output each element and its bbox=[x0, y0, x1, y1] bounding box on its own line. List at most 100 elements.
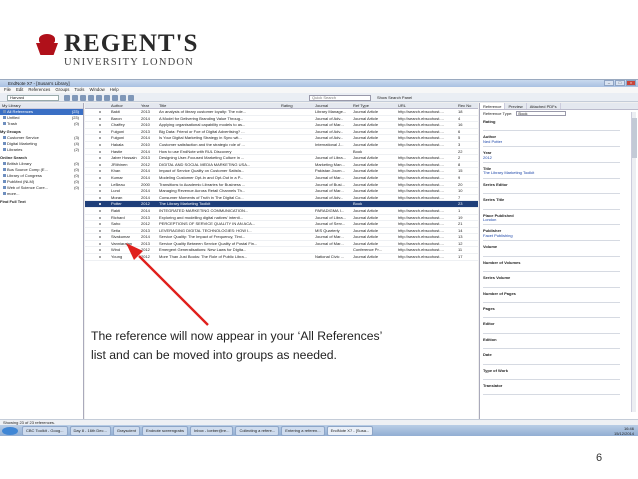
table-row[interactable]: Fulgoni 2013 Big Data: Friend or Foe of Di… bbox=[85, 129, 478, 136]
style-dropdown[interactable]: Harvard bbox=[7, 94, 59, 101]
field-value[interactable]: The Library Marketing Toolkit bbox=[483, 171, 620, 176]
help-icon[interactable] bbox=[128, 94, 134, 101]
reference-field[interactable]: Rating bbox=[480, 119, 620, 132]
field-value[interactable]: Ned Potter bbox=[483, 139, 620, 144]
tab-preview[interactable]: Preview bbox=[505, 103, 527, 109]
field-value[interactable] bbox=[483, 203, 620, 207]
open-link-icon[interactable] bbox=[104, 94, 110, 101]
reference-field[interactable]: Publisher Facet Publishing bbox=[480, 229, 620, 242]
tab-reference[interactable]: Reference bbox=[480, 103, 506, 109]
field-value[interactable]: London bbox=[483, 217, 620, 222]
taskbar-task[interactable]: Inbox - loeber@re... bbox=[190, 426, 234, 436]
field-value[interactable] bbox=[483, 296, 620, 300]
table-row[interactable]: Khan 2014 Impact of Service Quality on Cus… bbox=[85, 168, 478, 175]
reference-field[interactable]: Number of Volumes bbox=[480, 260, 620, 273]
field-value[interactable] bbox=[483, 281, 620, 285]
table-row[interactable]: Hastie 2014 How to use EndNote with RUL Di… bbox=[85, 149, 478, 156]
taskbar-task[interactable]: EndNote X7 - [Susa... bbox=[326, 426, 374, 436]
minimize-button[interactable]: – bbox=[604, 80, 614, 86]
reference-field[interactable]: Series Volume bbox=[480, 275, 620, 288]
table-row[interactable]: Bakti 2013 An analysis of library customer… bbox=[85, 109, 478, 116]
taskbar-task[interactable]: Entering a referen... bbox=[281, 426, 325, 436]
taskbar-task[interactable]: Endnote screengrabs bbox=[141, 426, 189, 436]
table-cell: 11 bbox=[458, 247, 463, 253]
show-search-panel-button[interactable]: Show Search Panel bbox=[377, 95, 412, 100]
table-cell: 16 bbox=[458, 122, 463, 128]
reference-field[interactable]: Volume bbox=[480, 244, 620, 257]
field-value[interactable] bbox=[483, 187, 620, 191]
taskbar-task[interactable]: CBC Toolkit - Goog... bbox=[22, 426, 68, 436]
table-row[interactable]: Saho 2012 PERCEPTIONS OF SERVICE QUALITY I… bbox=[85, 221, 478, 228]
group-libraries[interactable]: Libraries (2) bbox=[0, 147, 83, 153]
table-row[interactable]: Vanniarajan 2013 Service Quality Between S… bbox=[85, 241, 478, 248]
field-divider bbox=[483, 363, 620, 365]
taskbar-task[interactable]: Day 8 - 16th Dec... bbox=[69, 426, 111, 436]
export-icon[interactable] bbox=[88, 94, 94, 101]
tab-attached-pdfs[interactable]: Attached PDFs bbox=[527, 103, 561, 109]
new-reference-icon[interactable] bbox=[64, 94, 70, 101]
field-value[interactable] bbox=[483, 250, 620, 254]
system-clock[interactable]: 16:46 15/12/2014 bbox=[614, 426, 634, 436]
reference-field[interactable]: Year 2012 bbox=[480, 150, 620, 164]
find-full-text-icon[interactable] bbox=[96, 94, 102, 101]
table-row[interactable]: Chaffey 2010 Applying organisational capab… bbox=[85, 122, 478, 129]
reference-panel-scrollbar[interactable] bbox=[631, 112, 637, 412]
reference-field[interactable]: Edition bbox=[480, 337, 620, 350]
reference-field[interactable]: Author Ned Potter bbox=[480, 134, 620, 148]
table-row[interactable]: Rakti 2014 INTEGRATED MARKETING COMMUNICAT… bbox=[85, 208, 478, 215]
field-value[interactable] bbox=[483, 327, 620, 331]
table-row[interactable]: LeBeau 2000 Transitions to Academic Librar… bbox=[85, 182, 478, 189]
scrollbar-thumb[interactable] bbox=[632, 118, 637, 158]
table-row[interactable]: JRiihinen 2012 DIGITAL AND SOCIAL MEDIA MA… bbox=[85, 162, 478, 169]
field-value[interactable]: 2012 bbox=[483, 155, 620, 160]
table-row[interactable]: Moran 2014 Consumer Moments of Truth in Th… bbox=[85, 195, 478, 202]
group-trash[interactable]: Trash (0) bbox=[0, 121, 83, 127]
reference-field[interactable]: Series Title bbox=[480, 197, 620, 210]
field-value[interactable] bbox=[483, 311, 620, 315]
table-row[interactable]: Hakala 2010 Customer satisfaction and the … bbox=[85, 142, 478, 149]
table-row[interactable]: Richard 2013 Exploring and modelling digit… bbox=[85, 215, 478, 222]
quick-search-input[interactable]: Quick Search bbox=[309, 94, 371, 101]
online-more[interactable]: more... bbox=[0, 191, 83, 197]
table-row[interactable]: Young 2012 More Than Just Books: The Role … bbox=[85, 254, 478, 261]
field-value[interactable] bbox=[483, 373, 620, 377]
field-value[interactable] bbox=[483, 124, 620, 128]
table-row[interactable]: Kumar 2014 Modeling Customer Opt-In and Op… bbox=[85, 175, 478, 182]
reference-field[interactable]: Number of Pages bbox=[480, 291, 620, 303]
reference-field[interactable]: Translator bbox=[480, 383, 620, 396]
import-icon[interactable] bbox=[80, 94, 86, 101]
reference-field[interactable]: Type of Work bbox=[480, 368, 620, 380]
table-row[interactable]: Jaber Hossain 2013 Designing User-Focused … bbox=[85, 155, 478, 162]
table-row[interactable]: Fulgoni 2014 Is Your Digital Marketing Str… bbox=[85, 135, 478, 142]
insert-citation-icon[interactable] bbox=[112, 94, 118, 101]
reference-field[interactable]: Series Editor bbox=[480, 182, 620, 195]
table-cell: Journal Article bbox=[353, 254, 379, 260]
maximize-button[interactable]: □ bbox=[615, 80, 625, 86]
table-row[interactable]: Potter 2012 The Library Marketing Toolkit B… bbox=[85, 201, 478, 208]
table-row[interactable]: Lund 2014 Managing Revenue Across Retail C… bbox=[85, 188, 478, 195]
table-row[interactable]: Setia 2013 LEVERAGING DIGITAL TECHNOLOGIES… bbox=[85, 228, 478, 235]
table-cell: Journal Article bbox=[353, 234, 379, 240]
table-row[interactable]: Sivakumar 2014 Service Quality: The Impact… bbox=[85, 234, 478, 241]
reference-field[interactable]: Pages bbox=[480, 306, 620, 319]
field-value[interactable] bbox=[483, 388, 620, 392]
reference-field[interactable]: Date bbox=[480, 352, 620, 365]
field-value[interactable]: Facet Publishing bbox=[483, 233, 620, 238]
field-value[interactable] bbox=[483, 358, 620, 362]
reference-field[interactable]: Title The Library Marketing Toolkit bbox=[480, 166, 620, 179]
field-value[interactable] bbox=[483, 342, 620, 346]
taskbar-task[interactable]: Collecting a refere... bbox=[235, 426, 280, 436]
online-search-icon[interactable] bbox=[72, 94, 78, 101]
reference-field[interactable]: Editor bbox=[480, 321, 620, 334]
reference-field[interactable]: Place Published London bbox=[480, 213, 620, 226]
field-value[interactable] bbox=[483, 265, 620, 269]
reference-type-select[interactable]: Book bbox=[516, 111, 567, 116]
table-cell: Journal Article bbox=[353, 155, 379, 161]
table-row[interactable]: Wind 2012 Emergent Generalisations: New La… bbox=[85, 247, 478, 255]
close-button[interactable]: × bbox=[626, 80, 636, 86]
start-button-icon[interactable] bbox=[2, 427, 18, 435]
table-row[interactable]: Baron 2014 A Model for Delivering Branding… bbox=[85, 116, 478, 123]
format-bibliography-icon[interactable] bbox=[120, 94, 126, 101]
taskbar-task[interactable]: Grayscient bbox=[112, 426, 140, 436]
find-full-text-heading[interactable]: Find Full Text bbox=[0, 199, 83, 205]
